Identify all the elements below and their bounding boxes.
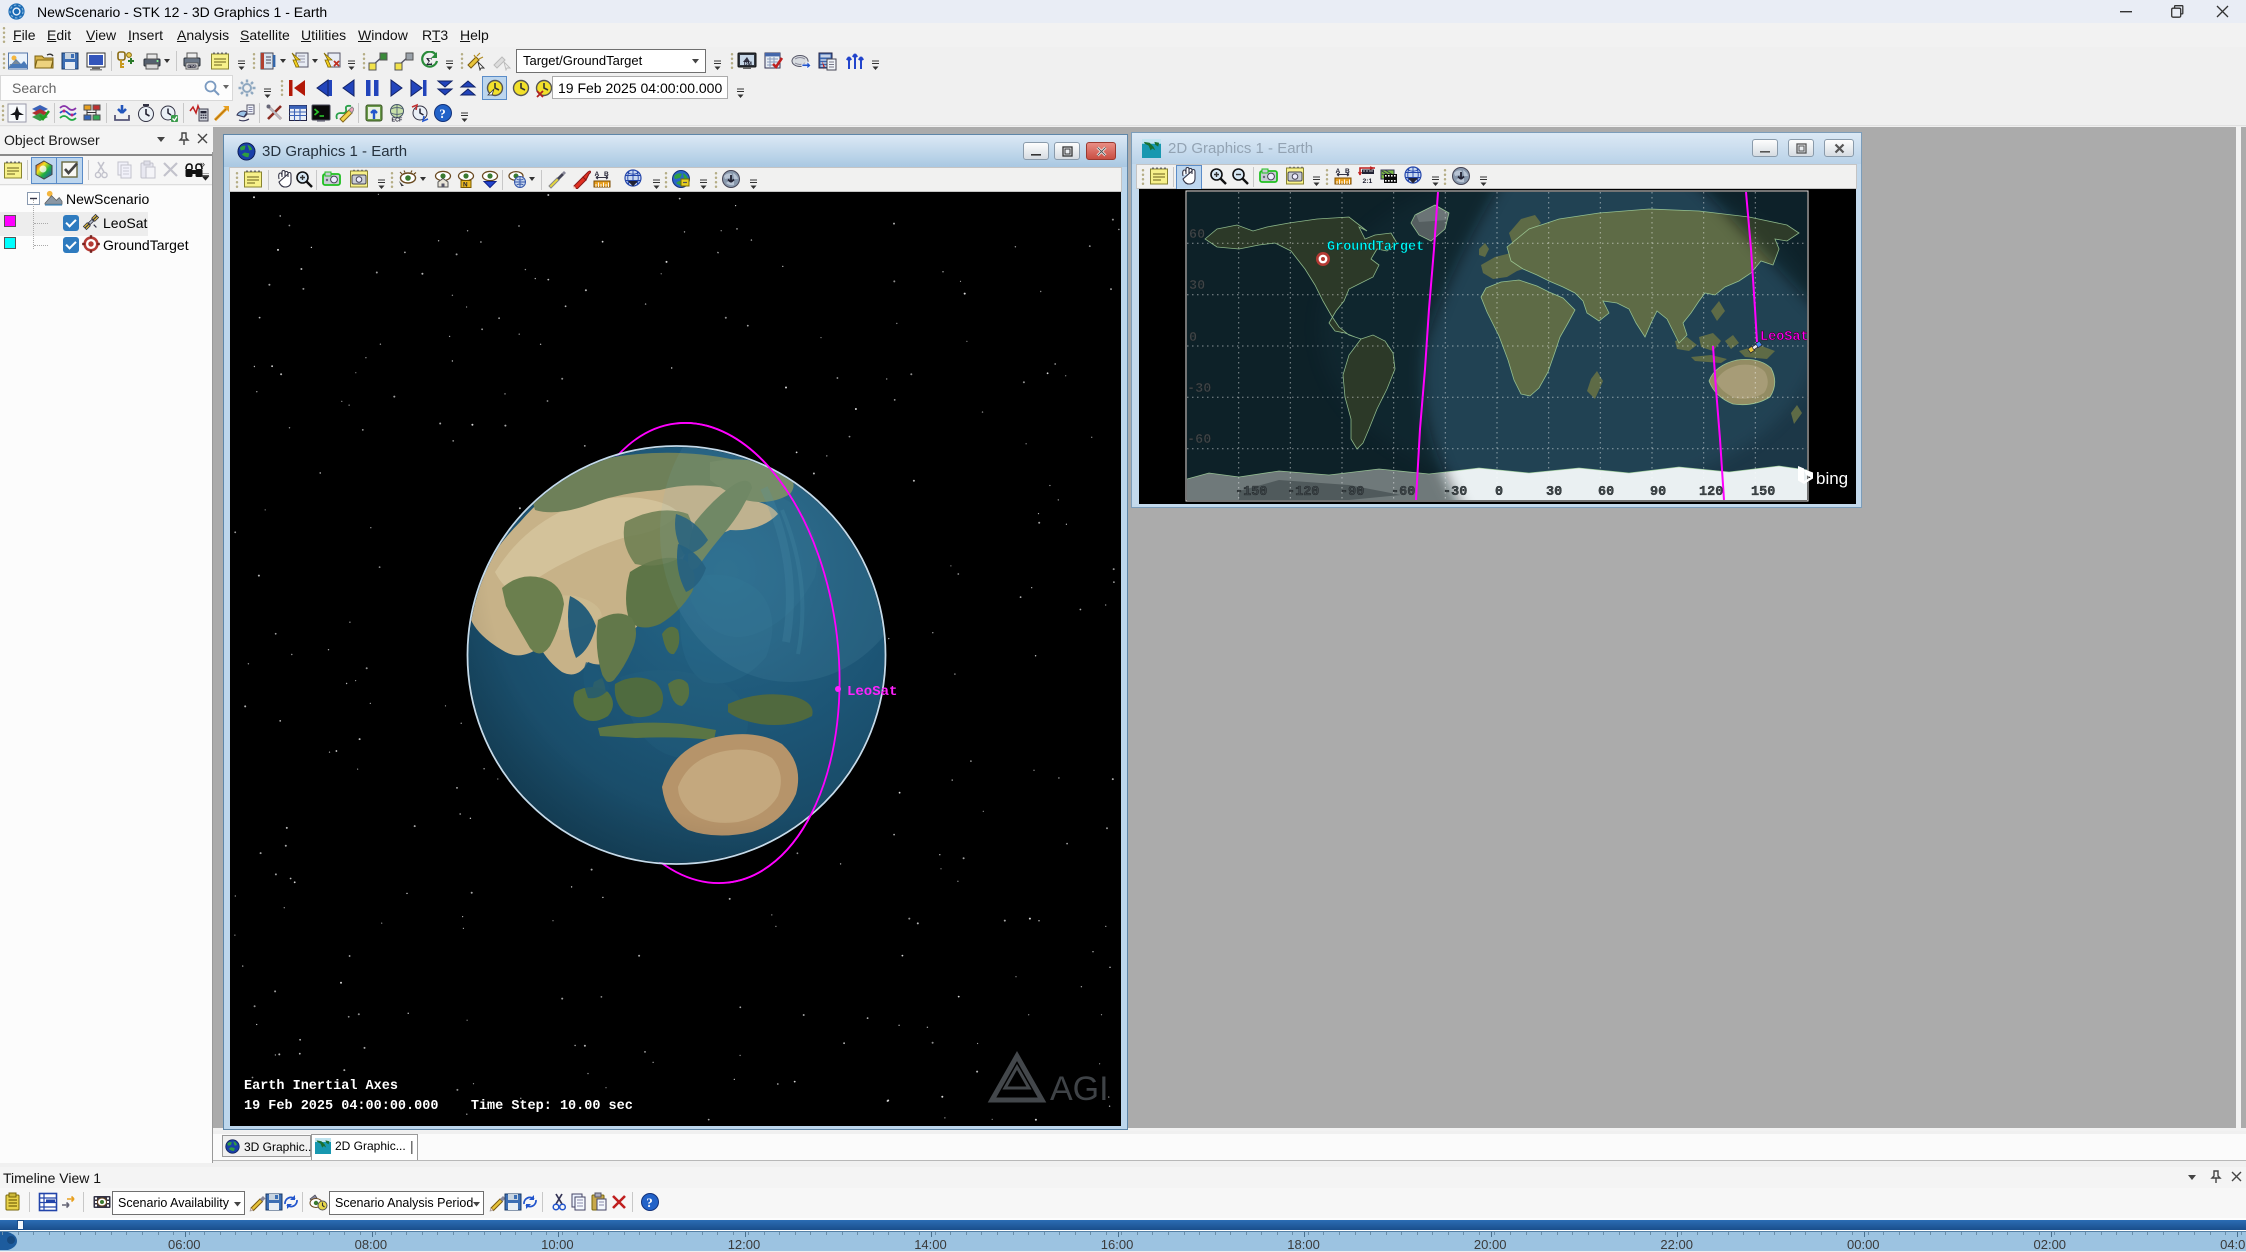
svg-text:LeoSat: LeoSat: [847, 684, 897, 700]
svg-text:-30: -30: [1187, 382, 1211, 397]
svg-text:ECF: ECF: [392, 118, 403, 124]
svg-text:0: 0: [1189, 331, 1197, 346]
svg-text:LeoSat: LeoSat: [1760, 330, 1809, 345]
svg-text:Earth Inertial Axes: Earth Inertial Axes: [244, 1079, 398, 1094]
svg-text:?: ?: [439, 106, 446, 121]
svg-text:-60: -60: [1187, 433, 1211, 448]
svg-text:30: 30: [1189, 279, 1205, 294]
svg-text:DM: DM: [744, 62, 752, 68]
svg-text:30: 30: [1546, 485, 1562, 500]
svg-text:19 Feb 2025 04:00:00.000 Ti: 19 Feb 2025 04:00:00.000 Time Step: 10.0…: [244, 1099, 633, 1114]
svg-text:60: 60: [1189, 228, 1205, 243]
svg-text:90: 90: [1650, 485, 1666, 500]
svg-text:bing: bing: [1816, 469, 1848, 488]
svg-text:AGI: AGI: [1050, 1070, 1109, 1108]
svg-text:-120: -120: [1287, 485, 1319, 500]
svg-text:-150: -150: [1235, 485, 1267, 500]
svg-text:2:1: 2:1: [1363, 178, 1373, 185]
svg-text:0: 0: [1495, 485, 1503, 500]
svg-text:N: N: [463, 182, 468, 189]
svg-text:HTML: HTML: [188, 64, 197, 68]
svg-text:-30: -30: [1443, 485, 1467, 500]
svg-text:-90: -90: [1340, 485, 1364, 500]
svg-text:150: 150: [1751, 485, 1775, 500]
svg-text:120: 120: [1699, 485, 1723, 500]
svg-text:?: ?: [646, 1195, 653, 1210]
svg-text:GroundTarget: GroundTarget: [1327, 240, 1424, 255]
svg-text:60: 60: [1598, 485, 1614, 500]
svg-text:Σ: Σ: [426, 57, 433, 68]
svg-text:-60: -60: [1391, 485, 1415, 500]
